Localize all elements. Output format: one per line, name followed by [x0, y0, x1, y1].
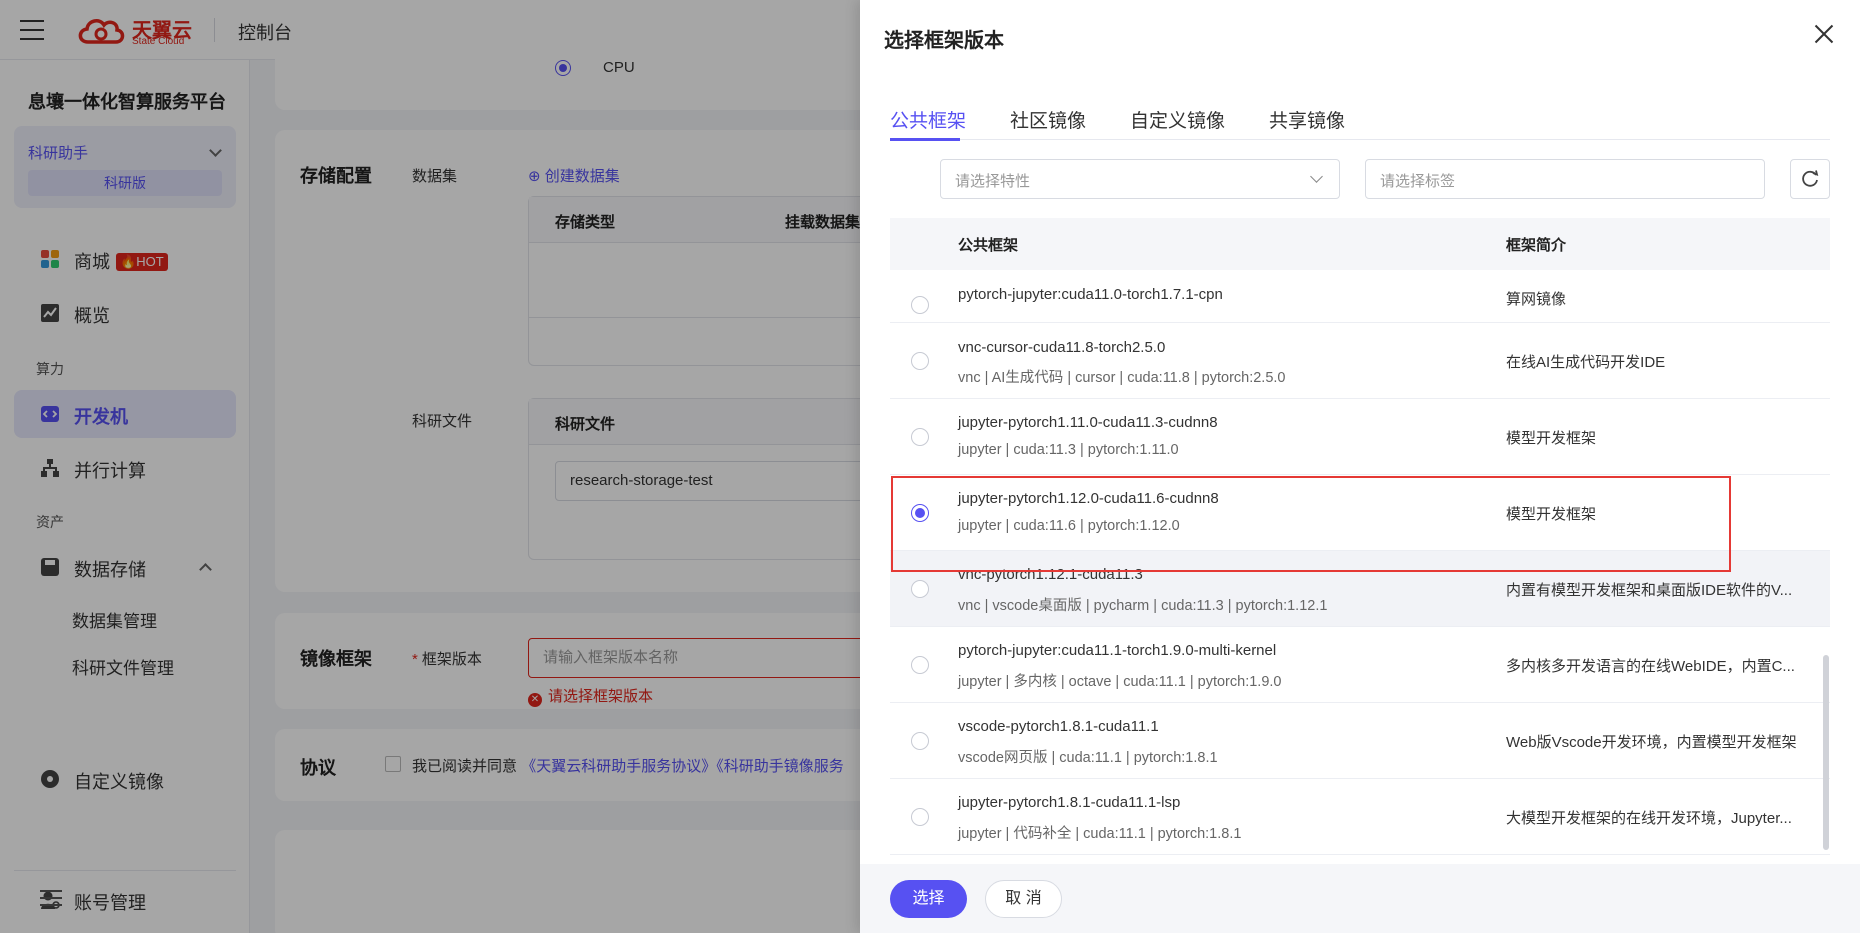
framework-drawer: 选择框架版本 公共框架 社区镜像 自定义镜像 共享镜像 请选择特性 请选择标签 …: [860, 0, 1860, 933]
framework-desc: 模型开发框架: [1506, 430, 1597, 447]
chevron-down-icon: [1310, 170, 1323, 183]
framework-desc: 在线AI生成代码开发IDE: [1506, 354, 1666, 371]
tab-active-indicator: [890, 138, 960, 141]
table-row[interactable]: vnc-cursor-cuda11.8-torch2.5.0 vnc | AI生…: [890, 323, 1830, 399]
row-radio[interactable]: [911, 732, 929, 750]
framework-desc: Web版Vscode开发环境，内置模型开发框架: [1506, 734, 1797, 751]
select-button[interactable]: 选择: [890, 880, 967, 918]
tab-bar: 公共框架 社区镜像 自定义镜像 共享镜像: [890, 100, 1830, 141]
drawer-title: 选择框架版本: [884, 30, 1004, 52]
framework-name: pytorch-jupyter:cuda11.1-torch1.9.0-mult…: [958, 642, 1277, 659]
row-radio[interactable]: [911, 808, 929, 826]
tag-select-placeholder: 请选择标签: [1380, 173, 1456, 190]
framework-desc: 内置有模型开发框架和桌面版IDE软件的V...: [1506, 582, 1793, 599]
framework-desc: 多内核多开发语言的在线WebIDE，内置C...: [1506, 658, 1795, 675]
framework-tags: vnc | vscode桌面版 | pycharm | cuda:11.3 | …: [958, 598, 1328, 614]
framework-name: vnc-cursor-cuda11.8-torch2.5.0: [958, 339, 1166, 356]
framework-desc: 大模型开发框架的在线开发环境，Jupyter...: [1506, 810, 1792, 827]
table-scrollbar[interactable]: [1823, 655, 1829, 850]
row-radio[interactable]: [911, 656, 929, 674]
framework-tags: vscode网页版 | cuda:11.1 | pytorch:1.8.1: [958, 750, 1218, 766]
col-framework: 公共框架: [958, 237, 1019, 254]
tab-custom-image[interactable]: 自定义镜像: [1130, 106, 1225, 133]
table-row[interactable]: pytorch-jupyter:cuda11.0-torch1.7.1-cpn …: [890, 270, 1830, 323]
feature-select-placeholder: 请选择特性: [955, 173, 1031, 190]
table-row[interactable]: pytorch-jupyter:cuda11.1-torch1.9.0-mult…: [890, 627, 1830, 703]
framework-desc: 算网镜像: [1506, 291, 1567, 308]
drawer-footer: 选择 取 消: [860, 864, 1860, 933]
row-radio[interactable]: [911, 296, 929, 314]
framework-name: jupyter-pytorch1.8.1-cuda11.1-lsp: [958, 794, 1181, 811]
tag-select[interactable]: 请选择标签: [1365, 159, 1765, 199]
row-radio[interactable]: [911, 352, 929, 370]
framework-tags: jupyter | 多内核 | octave | cuda:11.1 | pyt…: [958, 674, 1282, 690]
col-description: 框架简介: [1506, 237, 1567, 254]
framework-tags: vnc | AI生成代码 | cursor | cuda:11.8 | pyto…: [958, 370, 1286, 386]
framework-tags: jupyter | cuda:11.3 | pytorch:1.11.0: [958, 442, 1179, 458]
row-radio[interactable]: [911, 580, 929, 598]
cancel-button[interactable]: 取 消: [985, 880, 1062, 918]
tab-community-image[interactable]: 社区镜像: [1010, 106, 1086, 133]
framework-name: pytorch-jupyter:cuda11.0-torch1.7.1-cpn: [958, 286, 1223, 303]
feature-select[interactable]: 请选择特性: [940, 159, 1340, 199]
table-header: 公共框架 框架简介: [890, 218, 1830, 270]
framework-tags: jupyter | 代码补全 | cuda:11.1 | pytorch:1.8…: [958, 826, 1242, 842]
refresh-icon: [1802, 170, 1819, 187]
modal-overlay[interactable]: [0, 0, 860, 933]
tab-public-framework[interactable]: 公共框架: [890, 106, 966, 133]
table-row[interactable]: jupyter-pytorch1.8.1-cuda11.1-lsp jupyte…: [890, 779, 1830, 855]
framework-name: vscode-pytorch1.8.1-cuda11.1: [958, 718, 1159, 735]
close-icon[interactable]: [1814, 24, 1834, 44]
selection-highlight-box: [891, 476, 1731, 572]
row-radio[interactable]: [911, 428, 929, 446]
tab-shared-image[interactable]: 共享镜像: [1269, 106, 1345, 133]
table-row[interactable]: jupyter-pytorch1.11.0-cuda11.3-cudnn8 ju…: [890, 399, 1830, 475]
table-row[interactable]: vscode-pytorch1.8.1-cuda11.1 vscode网页版 |…: [890, 703, 1830, 779]
refresh-button[interactable]: [1790, 159, 1830, 199]
framework-name: jupyter-pytorch1.11.0-cuda11.3-cudnn8: [958, 414, 1218, 431]
